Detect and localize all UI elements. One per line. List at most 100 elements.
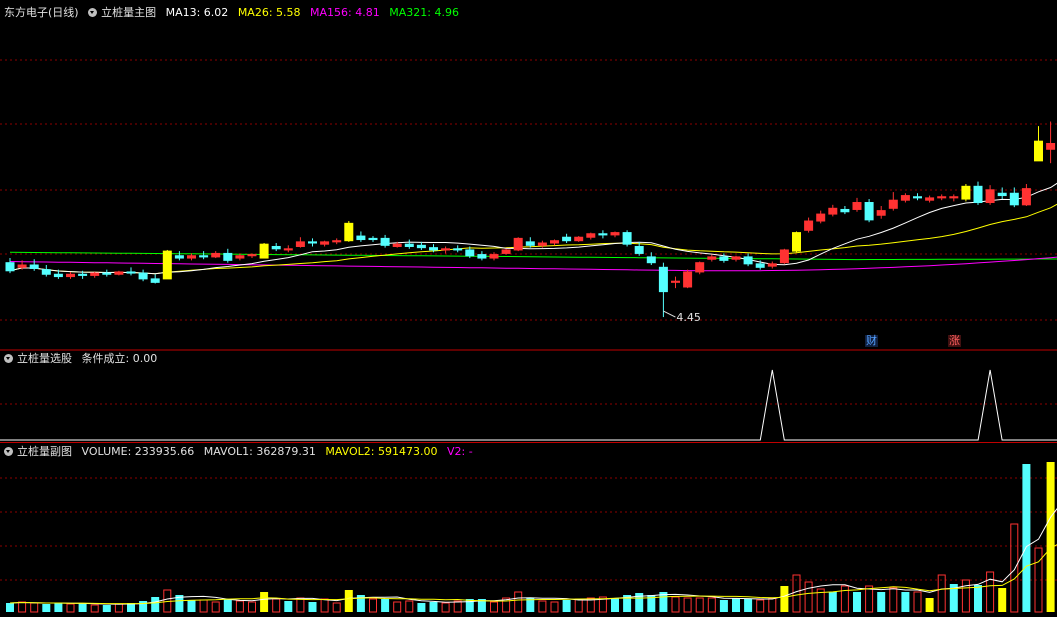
candle-body: [247, 254, 257, 257]
candle-body: [707, 256, 717, 260]
candle-body: [683, 271, 693, 288]
volume-bar: [562, 600, 571, 612]
volume-bar: [381, 599, 390, 612]
volume-bar: [235, 600, 244, 613]
candle-body: [513, 237, 523, 251]
volume-bar: [780, 586, 789, 612]
ma321-label: MA321: 4.96: [389, 6, 459, 19]
candle-body: [779, 249, 789, 264]
candle-body: [876, 210, 886, 216]
candle-body: [610, 232, 620, 236]
candle-body: [295, 241, 305, 247]
candle-body: [658, 266, 668, 293]
volume-bar: [272, 598, 281, 613]
volume-bar: [102, 605, 111, 612]
main-indicator-toggle-icon[interactable]: [88, 8, 98, 17]
volume-bar: [42, 604, 51, 612]
mavol1-label: MAVOL1: 362879.31: [203, 445, 316, 458]
volume-bar: [707, 597, 716, 613]
candle-body: [102, 272, 112, 275]
select-indicator-toggle-icon[interactable]: [4, 354, 13, 363]
candle-body: [489, 254, 499, 259]
candle-body: [17, 264, 27, 268]
candle-body: [671, 280, 680, 283]
low-price-label: 4.45: [676, 311, 701, 324]
volume-bar: [744, 599, 753, 612]
volume-bar: [804, 581, 813, 613]
volume-bar: [296, 597, 305, 613]
volume-bar: [417, 603, 426, 612]
candle-body: [477, 254, 487, 259]
candle-body: [150, 278, 160, 283]
volume-bar: [405, 600, 414, 613]
mavol2-line: [9, 544, 1057, 605]
sub-indicator-name: 立桩量副图: [17, 445, 72, 458]
candle-body: [622, 232, 632, 245]
ma13-line: [9, 182, 1057, 275]
volume-bar: [187, 600, 196, 612]
candle-body: [392, 243, 402, 247]
volume-bar: [308, 602, 317, 612]
mavol2-label: MAVOL2: 591473.00: [325, 445, 438, 458]
volume-bar: [889, 587, 898, 613]
volume-bar: [490, 601, 498, 613]
candle-body: [900, 195, 910, 201]
volume-bar: [54, 603, 63, 612]
volume-bar: [756, 599, 765, 613]
candle-body: [429, 247, 438, 251]
candle-body: [598, 233, 608, 236]
candle-body: [66, 273, 75, 278]
candle-body: [441, 248, 451, 251]
candle-body: [804, 220, 814, 231]
candle-body: [162, 250, 172, 280]
volume-bar: [768, 597, 777, 613]
candle-body: [453, 248, 463, 251]
volume-bar: [901, 592, 910, 612]
volume-bar: [18, 601, 27, 613]
candle-body: [586, 233, 596, 238]
volume-bar: [344, 590, 353, 612]
volume-bar: [1046, 462, 1055, 612]
volume-bar: [683, 597, 692, 613]
volume-bar: [853, 592, 861, 612]
volume-bar: [90, 604, 99, 613]
volume-bar: [550, 601, 559, 613]
candle-body: [187, 255, 196, 259]
chart-canvas: 6.764.45: [0, 59, 1057, 613]
ma13-label: MA13: 6.02: [165, 6, 229, 19]
tag-zhang[interactable]: 涨: [948, 335, 961, 347]
ma156-label: MA156: 4.81: [310, 6, 380, 19]
candle-body: [41, 269, 51, 275]
volume-bar: [514, 591, 523, 613]
volume-bar: [429, 602, 438, 612]
volume-bar: [393, 601, 402, 613]
volume-bar: [66, 603, 75, 613]
candle-body: [550, 240, 559, 244]
low-marker-line: [663, 310, 676, 318]
sub-indicator-toggle-icon[interactable]: [4, 447, 13, 456]
volume-bar: [828, 592, 837, 612]
mavol1-line: [9, 508, 1057, 605]
volume-bar: [332, 602, 341, 613]
volume-bar: [211, 601, 220, 613]
candle-body: [138, 272, 148, 280]
volume-bar: [139, 601, 148, 612]
volume-bar: [1022, 464, 1031, 612]
volume-bar: [986, 571, 995, 613]
candle-body: [525, 241, 535, 246]
candle-body: [332, 240, 342, 243]
tag-cai[interactable]: 财: [865, 335, 878, 347]
candle-body: [828, 207, 838, 215]
candle-body: [634, 245, 644, 254]
candle-body: [199, 255, 209, 258]
candle-body: [1009, 192, 1019, 206]
candle-body: [792, 232, 801, 252]
candle-body: [320, 241, 330, 245]
candle-body: [852, 202, 862, 210]
candle-body: [78, 273, 88, 276]
volume-bar: [865, 585, 874, 613]
volume-bar: [1010, 523, 1019, 613]
candle-body: [368, 237, 378, 241]
volume-bar: [913, 591, 922, 613]
stock-title: 东方电子(日线): [4, 6, 79, 19]
